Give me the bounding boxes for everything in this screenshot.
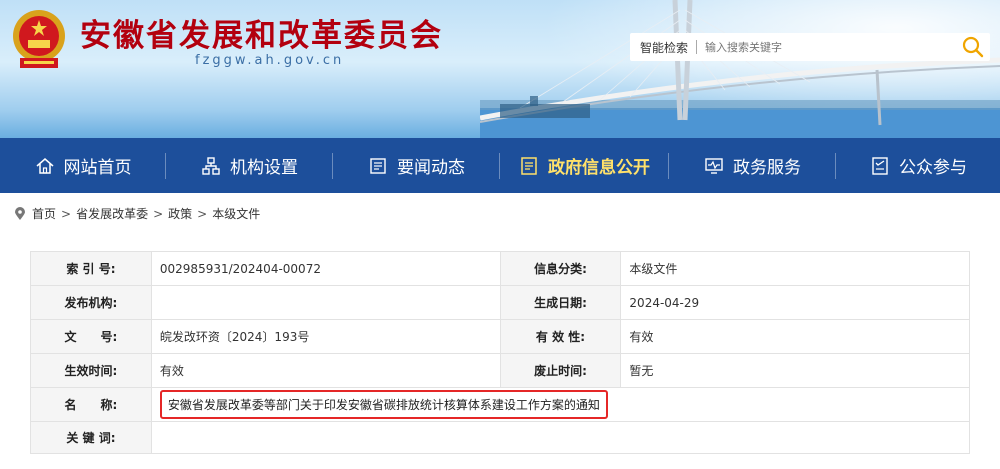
monitor-icon bbox=[703, 155, 725, 177]
table-row: 索 引 号: 002985931/202404-00072 信息分类: 本级文件 bbox=[30, 251, 970, 286]
site-domain: fzggw.ah.gov.cn bbox=[195, 53, 345, 68]
search-icon bbox=[962, 36, 984, 58]
docno-value: 皖发改环资〔2024〕193号 bbox=[150, 319, 501, 354]
nav-label: 政务服务 bbox=[733, 158, 801, 178]
category-label: 信息分类: bbox=[499, 251, 622, 286]
nav-label: 网站首页 bbox=[63, 158, 132, 178]
nav-item-home[interactable]: 网站首页 bbox=[0, 138, 165, 193]
table-row: 发布机构: 生成日期: 2024-04-29 bbox=[30, 285, 970, 320]
breadcrumb-current[interactable]: 本级文件 bbox=[212, 205, 260, 222]
effective-value: 有效 bbox=[150, 353, 501, 388]
breadcrumb-agency[interactable]: 省发展改革委 bbox=[76, 205, 148, 222]
bridge-illustration bbox=[480, 0, 1000, 138]
breadcrumb-policy[interactable]: 政策 bbox=[168, 205, 192, 222]
search-input[interactable] bbox=[697, 36, 928, 58]
validity-value: 有效 bbox=[620, 319, 970, 354]
document-info-table: 索 引 号: 002985931/202404-00072 信息分类: 本级文件… bbox=[30, 251, 971, 454]
search-button[interactable] bbox=[960, 35, 986, 59]
document-name-highlight: 安徽省发展改革委等部门关于印发安徽省碳排放统计核算体系建设工作方案的通知 bbox=[159, 390, 608, 419]
nav-item-news[interactable]: 要闻动态 bbox=[333, 138, 499, 193]
table-row: 文 号: 皖发改环资〔2024〕193号 有 效 性: 有效 bbox=[30, 319, 970, 354]
breadcrumb-separator: > bbox=[197, 206, 208, 221]
date-label: 生成日期: bbox=[499, 285, 622, 320]
issuer-label: 发布机构: bbox=[30, 285, 152, 320]
index-label: 索 引 号: bbox=[30, 251, 152, 286]
site-header: 安徽省发展和改革委员会 fzggw.ah.gov.cn 智能检索 bbox=[0, 0, 1000, 138]
abolish-label: 废止时间: bbox=[499, 353, 622, 388]
national-emblem-icon bbox=[13, 10, 65, 68]
index-value: 002985931/202404-00072 bbox=[150, 251, 501, 286]
breadcrumb-separator: > bbox=[61, 206, 72, 221]
abolish-value: 暂无 bbox=[620, 353, 970, 388]
date-value: 2024-04-29 bbox=[620, 285, 970, 320]
name-label: 名 称: bbox=[30, 387, 152, 422]
document-icon bbox=[518, 155, 540, 177]
docno-label: 文 号: bbox=[30, 319, 152, 354]
category-value: 本级文件 bbox=[620, 251, 970, 286]
effective-label: 生效时间: bbox=[30, 353, 152, 388]
table-row: 生效时间: 有效 废止时间: 暂无 bbox=[30, 353, 970, 388]
issuer-value bbox=[150, 285, 501, 320]
search-label: 智能检索 bbox=[640, 40, 689, 55]
page-root: { "header": { "title": "安徽省发展和改革委员会", "d… bbox=[0, 0, 1000, 469]
main-nav: 网站首页 机构设置 要闻动态 政府信息公开 政务服务 公众参与 bbox=[0, 138, 1000, 193]
breadcrumb: 首页 > 省发展改革委 > 政策 > 本级文件 bbox=[14, 205, 260, 222]
nav-label: 机构设置 bbox=[230, 158, 298, 178]
keywords-label: 关 键 词: bbox=[30, 421, 152, 454]
nav-item-services[interactable]: 政务服务 bbox=[669, 138, 835, 193]
nav-label: 政府信息公开 bbox=[548, 158, 650, 178]
nav-item-gov-info[interactable]: 政府信息公开 bbox=[500, 138, 668, 193]
nav-label: 公众参与 bbox=[899, 158, 967, 178]
breadcrumb-separator: > bbox=[153, 206, 164, 221]
location-pin-icon bbox=[15, 206, 25, 220]
search-box: 智能检索 bbox=[630, 33, 990, 61]
org-chart-icon bbox=[200, 155, 222, 177]
breadcrumb-home[interactable]: 首页 bbox=[32, 205, 56, 222]
table-row: 关 键 词: bbox=[30, 421, 971, 454]
feedback-icon bbox=[869, 155, 891, 177]
nav-item-org[interactable]: 机构设置 bbox=[166, 138, 332, 193]
home-icon bbox=[34, 155, 56, 177]
nav-label: 要闻动态 bbox=[397, 158, 465, 178]
table-row: 名 称: 安徽省发展改革委等部门关于印发安徽省碳排放统计核算体系建设工作方案的通… bbox=[30, 387, 971, 422]
keywords-value bbox=[150, 421, 971, 454]
validity-label: 有 效 性: bbox=[499, 319, 622, 354]
name-cell: 安徽省发展改革委等部门关于印发安徽省碳排放统计核算体系建设工作方案的通知 bbox=[150, 387, 971, 422]
nav-item-participation[interactable]: 公众参与 bbox=[836, 138, 1000, 193]
news-icon bbox=[367, 155, 389, 177]
site-title: 安徽省发展和改革委员会 bbox=[80, 18, 443, 54]
